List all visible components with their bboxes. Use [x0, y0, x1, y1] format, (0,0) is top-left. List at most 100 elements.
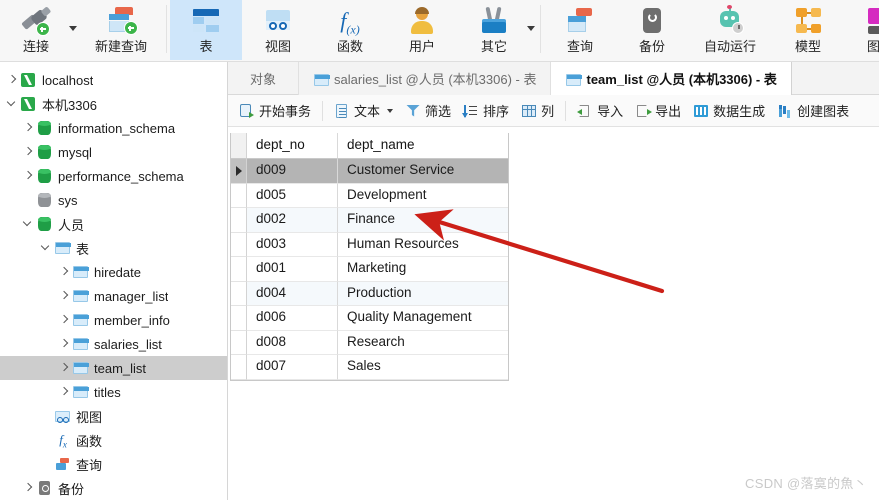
row-marker[interactable]: [231, 281, 247, 306]
column-header-dept-no[interactable]: dept_no: [247, 133, 338, 159]
table-row[interactable]: d002 Finance: [231, 208, 508, 233]
tree-label: localhost: [42, 72, 94, 88]
row-marker[interactable]: [231, 232, 247, 257]
create-chart-button[interactable]: 创建图表: [771, 99, 855, 123]
ribbon-button-model[interactable]: 模型: [772, 0, 844, 60]
chevron-right-icon[interactable]: [56, 264, 72, 280]
row-marker[interactable]: [231, 306, 247, 331]
cell-dept-name[interactable]: Marketing: [338, 257, 508, 282]
column-header-dept-name[interactable]: dept_name: [338, 133, 508, 159]
chevron-right-icon[interactable]: [20, 168, 36, 184]
ribbon-button-connect[interactable]: 连接: [0, 0, 72, 60]
table-row[interactable]: d006 Quality Management: [231, 306, 508, 331]
ribbon-button-query[interactable]: 查询: [544, 0, 616, 60]
tree-item-renyuan[interactable]: 人员: [0, 212, 227, 236]
table-row[interactable]: d005 Development: [231, 183, 508, 208]
data-generate-button[interactable]: 数据生成: [687, 99, 771, 123]
tree-item-information-schema[interactable]: information_schema: [0, 116, 227, 140]
ribbon-group-tools: 查询 备份 自动运行 模型 图: [544, 0, 879, 61]
begin-transaction-button[interactable]: 开始事务: [233, 99, 317, 123]
tree-item-queries[interactable]: 查询: [0, 452, 227, 476]
cell-dept-name[interactable]: Finance: [338, 208, 508, 233]
ribbon-button-backup[interactable]: 备份: [616, 0, 688, 60]
cell-dept-name[interactable]: Quality Management: [338, 306, 508, 331]
cell-dept-no[interactable]: d009: [247, 159, 338, 184]
table-row[interactable]: d007 Sales: [231, 355, 508, 380]
cell-dept-name[interactable]: Development: [338, 184, 508, 208]
cell-dept-name[interactable]: Research: [338, 331, 508, 355]
ribbon-button-view[interactable]: 视图: [242, 0, 314, 60]
table-row[interactable]: d001 Marketing: [231, 257, 508, 282]
table-row[interactable]: d009 Customer Service: [231, 159, 508, 184]
tab-salaries-list[interactable]: salaries_list @人员 (本机3306) - 表: [299, 62, 552, 95]
filter-button[interactable]: 筛选: [399, 99, 457, 123]
ribbon-group-connection: 连接 新建查询: [0, 0, 163, 61]
tree-item-localhost[interactable]: localhost: [0, 68, 227, 92]
ribbon-button-others[interactable]: 其它: [458, 0, 530, 60]
cell-dept-no[interactable]: d001: [247, 257, 338, 282]
table-row[interactable]: d003 Human Resources: [231, 232, 508, 257]
row-marker[interactable]: [231, 330, 247, 355]
cell-dept-no[interactable]: d008: [247, 330, 338, 355]
tree-item-salaries-list[interactable]: salaries_list: [0, 332, 227, 356]
cell-dept-name[interactable]: Customer Service: [338, 159, 508, 184]
ribbon-button-automation[interactable]: 自动运行: [688, 0, 772, 60]
tree-item-local3306[interactable]: 本机3306: [0, 92, 227, 116]
row-marker[interactable]: [231, 183, 247, 208]
ribbon-button-function[interactable]: f(x) 函数: [314, 0, 386, 60]
tree-item-team-list[interactable]: team_list: [0, 356, 227, 380]
chevron-down-icon[interactable]: [38, 240, 54, 256]
chevron-right-icon[interactable]: [4, 72, 20, 88]
chevron-right-icon[interactable]: [20, 480, 36, 496]
chevron-right-icon[interactable]: [20, 120, 36, 136]
data-grid[interactable]: dept_no dept_name d009 Customer Service …: [230, 133, 509, 381]
tree-item-manager-list[interactable]: manager_list: [0, 284, 227, 308]
cell-dept-name[interactable]: Sales: [338, 355, 508, 380]
row-marker[interactable]: [231, 257, 247, 282]
chevron-down-icon[interactable]: [20, 216, 36, 232]
chevron-right-icon[interactable]: [56, 360, 72, 376]
ribbon-button-new-query[interactable]: 新建查询: [79, 0, 163, 60]
export-button[interactable]: 导出: [629, 99, 687, 123]
tree-item-titles[interactable]: titles: [0, 380, 227, 404]
tree-item-sys[interactable]: sys: [0, 188, 227, 212]
text-mode-button[interactable]: 文本: [328, 99, 399, 123]
chevron-right-icon[interactable]: [56, 288, 72, 304]
tree-item-performance-schema[interactable]: performance_schema: [0, 164, 227, 188]
tab-team-list[interactable]: team_list @人员 (本机3306) - 表: [551, 62, 792, 95]
tree-item-backups[interactable]: 备份: [0, 476, 227, 500]
object-tree-sidebar[interactable]: localhost 本机3306 information_schema mysq…: [0, 62, 228, 500]
ribbon-button-user[interactable]: 用户: [386, 0, 458, 60]
row-marker[interactable]: [231, 208, 247, 233]
cell-dept-no[interactable]: d004: [247, 281, 338, 306]
ribbon-button-chart[interactable]: 图表: [844, 0, 879, 60]
chevron-right-icon[interactable]: [56, 384, 72, 400]
tab-objects[interactable]: 对象: [228, 62, 300, 95]
chevron-right-icon[interactable]: [20, 144, 36, 160]
chevron-down-icon[interactable]: [387, 108, 394, 113]
tree-item-tables-folder[interactable]: 表: [0, 236, 227, 260]
tree-item-views[interactable]: 视图: [0, 404, 227, 428]
row-marker[interactable]: [231, 159, 247, 184]
import-button[interactable]: 导入: [571, 99, 629, 123]
sort-button[interactable]: 排序: [457, 99, 515, 123]
cell-dept-no[interactable]: d002: [247, 208, 338, 233]
chevron-right-icon[interactable]: [56, 336, 72, 352]
tree-item-hiredate[interactable]: hiredate: [0, 260, 227, 284]
ribbon-button-table[interactable]: 表: [170, 0, 242, 60]
tree-item-mysql[interactable]: mysql: [0, 140, 227, 164]
tree-item-functions[interactable]: fx 函数: [0, 428, 227, 452]
table-row[interactable]: d004 Production: [231, 281, 508, 306]
cell-dept-no[interactable]: d003: [247, 232, 338, 257]
tree-item-member-info[interactable]: member_info: [0, 308, 227, 332]
cell-dept-no[interactable]: d007: [247, 355, 338, 380]
cell-dept-name[interactable]: Human Resources: [338, 233, 508, 257]
columns-button[interactable]: 列: [515, 99, 560, 123]
cell-dept-no[interactable]: d006: [247, 306, 338, 331]
table-row[interactable]: d008 Research: [231, 330, 508, 355]
chevron-right-icon[interactable]: [56, 312, 72, 328]
row-marker[interactable]: [231, 355, 247, 380]
cell-dept-name[interactable]: Production: [338, 281, 508, 306]
cell-dept-no[interactable]: d005: [247, 183, 338, 208]
chevron-down-icon[interactable]: [4, 96, 20, 112]
